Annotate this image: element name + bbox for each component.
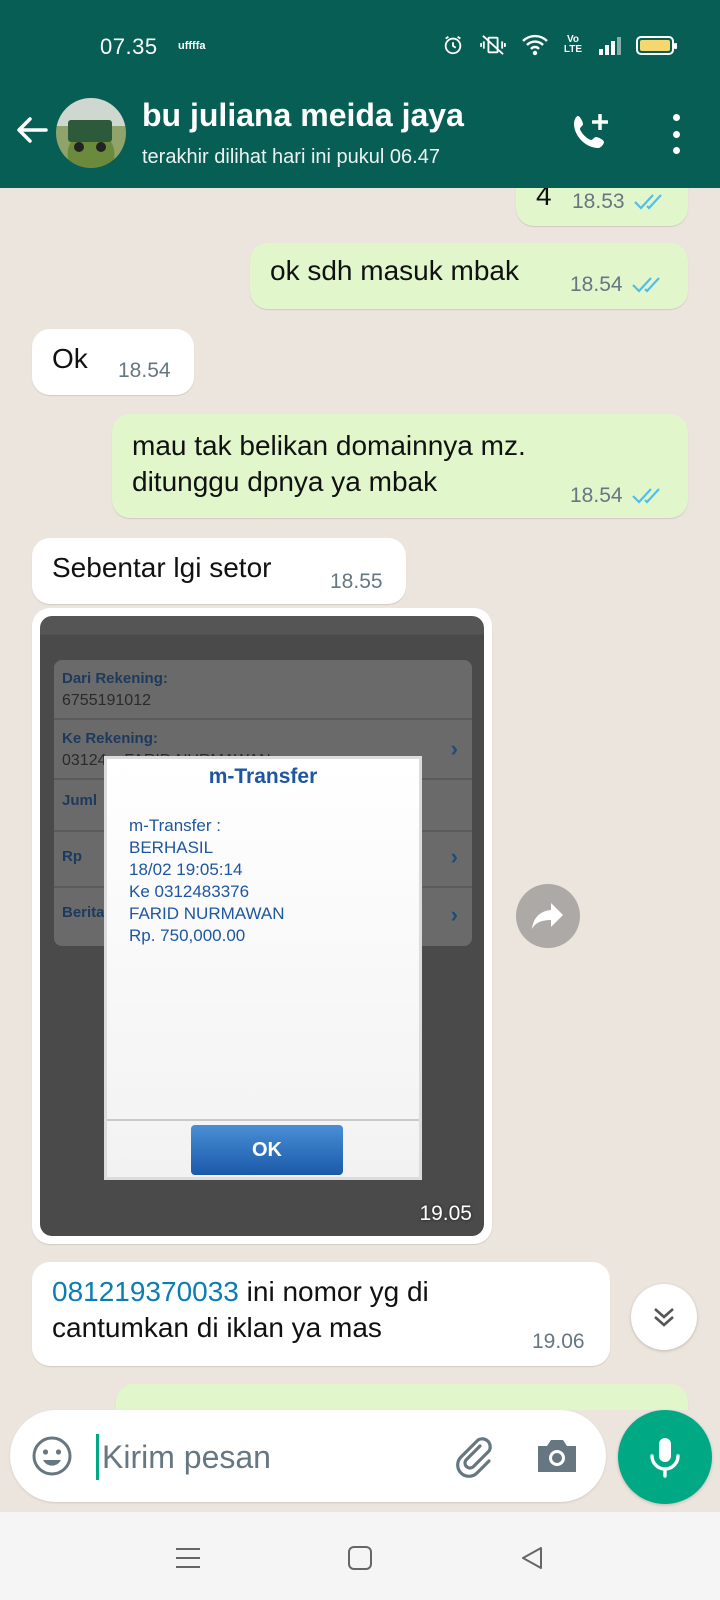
chat-header: 07.35 uffffa Vo LTE bu juliana meida jay…	[0, 0, 720, 188]
forward-icon	[532, 903, 563, 929]
message-text: Ok	[52, 343, 88, 374]
chevron-right-icon: ›	[450, 902, 458, 927]
message-composer	[10, 1410, 606, 1502]
recent-apps-button[interactable]	[166, 1536, 210, 1580]
message-text: ok sdh masuk mbak	[270, 255, 519, 286]
network-type-label: Vo LTE	[563, 34, 583, 55]
contact-name[interactable]: bu juliana meida jaya	[142, 97, 464, 134]
add-call-icon[interactable]	[568, 110, 612, 154]
double-chevron-down-icon	[654, 1308, 674, 1327]
back-arrow-icon[interactable]	[14, 112, 50, 148]
scroll-to-bottom-button[interactable]	[631, 1284, 697, 1350]
image-message-bubble[interactable]: Dari Rekening: 6755191012 Ke Rekening: 0…	[32, 608, 492, 1244]
status-carrier-label: uffffa	[178, 40, 206, 52]
message-input[interactable]	[102, 1432, 432, 1482]
more-vert-icon[interactable]	[662, 114, 690, 154]
dialog-line: Ke 0312483376	[129, 882, 250, 901]
message-bubble-incoming[interactable]: Sebentar lgi setor 18.55	[32, 538, 406, 604]
chat-messages: 4 18.53 ok sdh masuk mbak 18.54 Ok 18.54…	[0, 188, 720, 1410]
read-ticks-icon	[631, 277, 660, 293]
form-label-amount: Juml	[62, 792, 98, 809]
form-label-to: Ke Rekening:	[62, 730, 158, 747]
wifi-icon	[522, 34, 548, 56]
read-ticks-icon	[631, 488, 660, 504]
chevron-right-icon: ›	[450, 736, 458, 761]
message-text-line: cantumkan di iklan ya mas	[52, 1312, 382, 1343]
form-label-from: Dari Rekening:	[62, 670, 168, 687]
system-navigation-bar	[0, 1512, 720, 1600]
avatar[interactable]	[56, 98, 126, 168]
message-text-line: ditunggu dpnya ya mbak	[132, 466, 438, 497]
dialog-ok-button: OK	[191, 1125, 343, 1175]
message-text: Sebentar lgi setor	[52, 552, 272, 583]
message-time: 19.06	[532, 1330, 585, 1353]
emoji-icon[interactable]	[30, 1434, 74, 1478]
dialog-title: m-Transfer	[208, 765, 318, 788]
form-label-rp: Rp	[62, 848, 82, 865]
message-bubble-outgoing[interactable]	[116, 1384, 688, 1410]
mic-button[interactable]	[618, 1410, 712, 1504]
message-time: 18.54	[570, 273, 623, 296]
signal-icon	[599, 37, 621, 55]
status-icons: Vo LTE	[442, 34, 677, 56]
last-seen-status[interactable]: terakhir dilihat hari ini pukul 06.47	[142, 146, 440, 169]
message-bubble-outgoing[interactable]: mau tak belikan domainnya mz. ditunggu d…	[112, 414, 688, 518]
dialog-body: m-Transfer : BERHASIL 18/02 19:05:14 Ke …	[129, 815, 285, 947]
message-text-line: mau tak belikan domainnya mz.	[132, 430, 526, 461]
dialog-line: Rp. 750,000.00	[129, 926, 246, 945]
camera-icon[interactable]	[534, 1434, 580, 1478]
vibrate-mute-icon	[480, 35, 506, 55]
message-bubble-incoming[interactable]: Ok 18.54	[32, 329, 194, 395]
home-button[interactable]	[338, 1536, 382, 1580]
transfer-screenshot-image[interactable]: Dari Rekening: 6755191012 Ke Rekening: 0…	[40, 616, 484, 1236]
message-time: 18.55	[330, 570, 383, 593]
chevron-right-icon: ›	[450, 844, 458, 869]
message-time: 18.53	[572, 190, 625, 213]
transfer-success-dialog: m-Transfer m-Transfer : BERHASIL 18/02 1…	[104, 756, 422, 1180]
message-text-line: 081219370033 ini nomor yg di	[52, 1274, 429, 1310]
dialog-line: m-Transfer :	[129, 816, 221, 835]
alarm-icon	[444, 35, 462, 55]
dialog-line: FARID NURMAWAN	[129, 904, 285, 923]
message-time: 18.54	[570, 484, 623, 507]
read-ticks-icon	[633, 194, 662, 210]
mic-icon	[650, 1438, 680, 1478]
forward-button[interactable]	[516, 884, 580, 948]
attach-icon[interactable]	[450, 1432, 498, 1480]
message-time: 19.05	[419, 1202, 472, 1225]
message-bubble-incoming[interactable]: 081219370033 ini nomor yg di cantumkan d…	[32, 1262, 610, 1366]
text-caret	[96, 1434, 99, 1480]
home-square-icon	[348, 1546, 372, 1570]
dialog-line: BERHASIL	[129, 838, 214, 857]
message-time: 18.54	[118, 359, 171, 382]
message-bubble-outgoing[interactable]: ok sdh masuk mbak 18.54	[250, 243, 688, 309]
message-text: ini nomor yg di	[238, 1276, 429, 1307]
battery-icon	[636, 35, 677, 55]
status-time: 07.35	[100, 34, 158, 59]
dialog-line: 18/02 19:05:14	[129, 860, 243, 879]
back-triangle-icon	[522, 1547, 542, 1569]
message-bubble-outgoing[interactable]: 4 18.53	[516, 188, 688, 226]
message-text: 4	[536, 188, 552, 211]
menu-lines-icon	[176, 1548, 200, 1568]
form-label-message: Berita	[62, 904, 105, 921]
back-button[interactable]	[510, 1536, 554, 1580]
phone-number-link[interactable]: 081219370033	[52, 1276, 239, 1307]
form-value-from: 6755191012	[62, 692, 151, 709]
